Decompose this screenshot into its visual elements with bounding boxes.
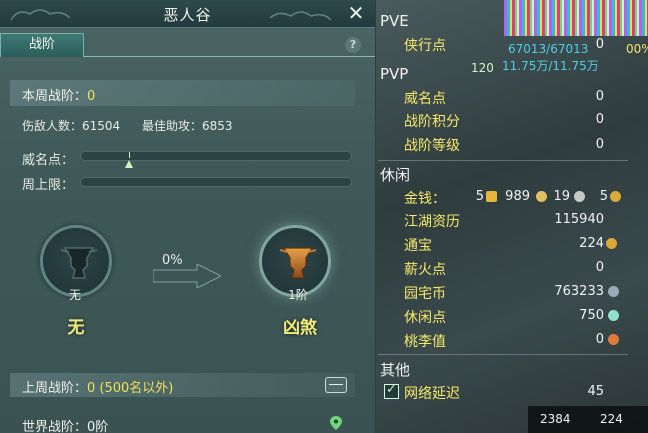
item-label: 江湖资历 <box>404 214 460 230</box>
divider <box>378 354 628 355</box>
week-rank-row: 本周战阶：0 <box>10 80 355 106</box>
reputation-panel: 恶人谷 ✕ 战阶 ? 本周战阶：0 伤敌人数：61504 最佳助攻：6853 威… <box>0 0 375 433</box>
item-label: 战阶等级 <box>404 138 460 154</box>
bottom-right-value: 224 <box>600 412 623 426</box>
pct-readout: 00% <box>626 42 648 56</box>
latency-value: 45 <box>587 384 604 399</box>
leaf-icon <box>608 310 619 321</box>
arrow-right-icon <box>153 264 221 288</box>
world-rank-row: 世界战阶：0阶 <box>22 416 108 433</box>
level-readout: 120 <box>471 61 494 75</box>
peach-icon <box>608 334 619 345</box>
kills-stat: 伤敌人数：61504 <box>22 119 121 133</box>
money-copper: 19 <box>553 189 570 204</box>
item-value: 115940 <box>554 212 604 227</box>
section-leisure: 休闲 <box>380 166 411 184</box>
divider <box>378 160 628 161</box>
item-label: 战阶积分 <box>404 114 460 130</box>
prestige-progress-bar <box>80 151 352 161</box>
bottom-left-value: 2384 <box>540 412 571 426</box>
silver-coin-icon <box>536 191 547 202</box>
location-pin-icon[interactable] <box>330 416 342 430</box>
item-label: 通宝 <box>404 238 432 254</box>
window-title: 恶人谷 <box>163 6 212 24</box>
last-week-value: 0 (500名以外) <box>87 381 174 396</box>
help-button[interactable]: ? <box>345 37 361 53</box>
item-label: 威名点 <box>404 91 446 107</box>
bottom-status-bar: 2384 224 <box>528 406 648 433</box>
last-week-label: 上周战阶： <box>22 381 88 396</box>
last-week-row: 上周战阶：0 (500名以外) <box>10 373 355 397</box>
chest-button[interactable] <box>325 377 347 393</box>
item-label: 园宅币 <box>404 286 446 302</box>
prestige-marker-icon <box>125 160 133 168</box>
trophy-icon <box>279 247 317 279</box>
copper-coin-icon <box>574 191 585 202</box>
item-value: 0 <box>595 332 604 347</box>
prestige-marker-line <box>129 152 130 158</box>
item-label: 休闲点 <box>404 310 446 326</box>
cap-label: 周上限： <box>22 178 75 193</box>
battle-stats: 伤敌人数：61504 最佳助攻：6853 <box>22 117 251 134</box>
item-value: 0 <box>595 260 604 275</box>
tab-rank[interactable]: 战阶 <box>0 33 84 57</box>
item-label: 薪火点 <box>404 262 446 278</box>
home-coin-icon <box>608 286 619 297</box>
tab-bar: 战阶 ? <box>0 33 375 57</box>
money-label: 金钱： <box>404 191 446 207</box>
world-rank-value: 0阶 <box>87 420 109 433</box>
item-value: 750 <box>579 308 604 323</box>
section-other: 其他 <box>380 361 411 379</box>
section-pve: PVE <box>380 12 409 30</box>
trophy-icon <box>60 247 98 279</box>
mp-readout: 11.75万/11.75万 <box>502 59 599 73</box>
item-value: 224 <box>579 236 604 251</box>
item-value: 0 <box>595 112 604 127</box>
item-value: 763233 <box>554 284 604 299</box>
item-label: 侠行点 <box>404 38 446 54</box>
tongbao-coin-icon <box>606 238 617 249</box>
cap-progress-bar <box>80 177 352 187</box>
current-rank-name: 无 <box>67 318 85 338</box>
next-rank-sub: 1阶 <box>288 288 308 302</box>
latency-checkbox[interactable] <box>384 382 399 399</box>
latency-label: 网络延迟 <box>404 386 460 402</box>
next-rank-name: 凶煞 <box>283 318 317 338</box>
coin-icon <box>610 191 621 202</box>
assists-stat: 最佳助攻：6853 <box>142 119 233 133</box>
week-rank-value: 0 <box>87 89 96 104</box>
hp-readout: 67013/67013 <box>508 42 589 56</box>
title-bar[interactable]: 恶人谷 ✕ <box>0 0 375 28</box>
item-value: 0 <box>595 89 604 104</box>
money-silver: 989 <box>505 189 530 204</box>
week-rank-label: 本周战阶： <box>22 89 88 104</box>
close-button[interactable]: ✕ <box>345 2 367 24</box>
glitch-stripes <box>504 0 648 36</box>
currency-hud: PVE 侠行点 0 67013/67013 11.75万/11.75万 120 … <box>376 0 648 433</box>
gold-ingot-icon <box>486 191 497 202</box>
money-extra: 5 <box>599 189 608 204</box>
money-gold: 5 <box>475 189 484 204</box>
item-label: 桃李值 <box>404 334 446 350</box>
prestige-label: 威名点： <box>22 153 75 168</box>
section-pvp: PVP <box>380 65 409 83</box>
current-rank-sub: 无 <box>68 288 81 302</box>
item-value: 0 <box>595 137 604 152</box>
world-rank-label: 世界战阶： <box>22 420 88 433</box>
